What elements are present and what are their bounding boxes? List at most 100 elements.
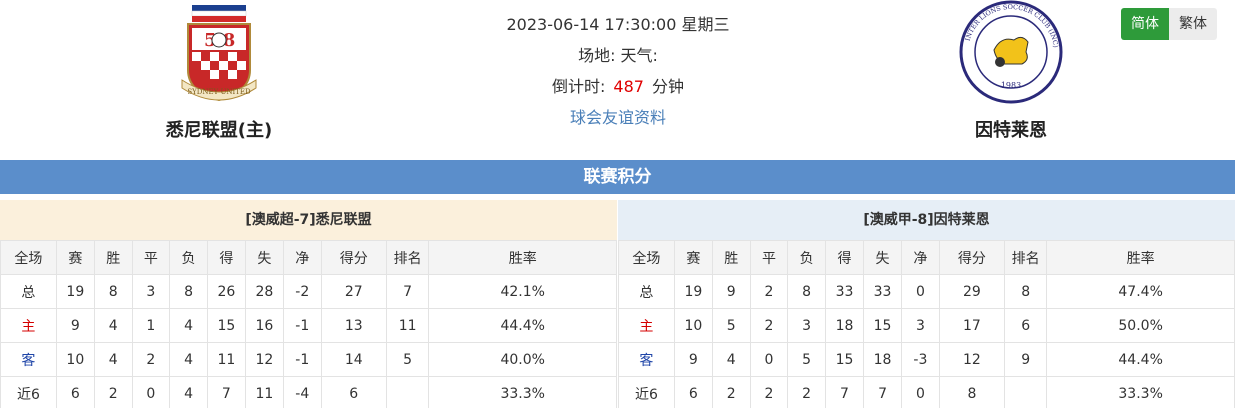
- column-header: 得分: [938, 240, 1006, 275]
- table-row: 总 19 9 2 8 33 33 0 29 8 47.4%: [618, 274, 1235, 309]
- table-cell: 12: [938, 342, 1006, 377]
- simplified-button[interactable]: 简体: [1121, 8, 1169, 40]
- table-cell: 5: [385, 342, 430, 377]
- table-cell: 6: [1004, 308, 1048, 343]
- table-cell: 44.4%: [428, 308, 617, 343]
- table-cell: 2: [711, 376, 751, 408]
- logo-text: SYDNEY UNITED: [187, 88, 251, 96]
- table-cell: 8: [93, 274, 133, 309]
- sydney-united-logo[interactable]: 5 8 SYDNEY UNITED: [164, 0, 274, 110]
- standings-tables: [澳威超-7]悉尼联盟 全场赛胜平负得失净得分 排名 胜率 总 19 8 3 8 26 28 -2…: [0, 200, 1235, 408]
- table-cell: 8: [938, 376, 1006, 408]
- table-cell: 3: [901, 308, 940, 343]
- table-cell: 15: [863, 308, 903, 343]
- table-cell: 9: [711, 274, 751, 309]
- countdown-value: 487: [613, 77, 644, 96]
- table-cell: 5: [787, 342, 826, 377]
- column-header: 平: [749, 240, 789, 275]
- match-info: 2023-06-14 17:30:00 星期三 场地: 天气: 倒计时: 487 分…: [418, 12, 818, 136]
- table-cell: 4: [711, 342, 751, 377]
- table-cell: 0: [749, 342, 789, 377]
- inter-lions-logo[interactable]: INTER LIONS SOCCER CLUB (INC) 1983: [956, 0, 1066, 110]
- table-cell: [385, 376, 430, 408]
- row-label: 总: [0, 274, 57, 309]
- table-cell: 27: [320, 274, 387, 309]
- away-team-name[interactable]: 因特莱恩: [911, 116, 1111, 142]
- table-cell: 15: [824, 342, 865, 377]
- home-team-name[interactable]: 悉尼联盟(主): [119, 116, 319, 142]
- away-team: INTER LIONS SOCCER CLUB (INC) 1983 因特莱恩: [911, 0, 1111, 142]
- table-cell: 50.0%: [1046, 308, 1235, 343]
- column-header: 得: [824, 240, 865, 275]
- away-standings-title: [澳威甲-8]因特莱恩: [618, 200, 1235, 240]
- language-switch: 简体 繁体: [1121, 8, 1217, 40]
- table-cell: 2: [749, 376, 789, 408]
- home-team: 5 8 SYDNEY UNITED 悉尼联盟(主): [119, 0, 319, 142]
- table-cell: 2: [749, 274, 789, 309]
- table-cell: [1004, 376, 1048, 408]
- table-cell: -1: [282, 342, 322, 377]
- column-header: 净: [901, 240, 940, 275]
- home-standings-table: 全场赛胜平负得失净得分 排名 胜率 总 19 8 3 8 26 28 -2 27 7 42.1% 主 9 4 1…: [0, 240, 617, 408]
- table-cell: 8: [169, 274, 208, 309]
- table-cell: 3: [787, 308, 826, 343]
- table-cell: 2: [131, 342, 171, 377]
- table-cell: 0: [131, 376, 171, 408]
- table-cell: 6: [673, 376, 713, 408]
- table-cell: 10: [55, 342, 95, 377]
- away-standings-table: 全场赛胜平负得失净得分 排名 胜率 总 19 9 2 8 33 33 0 29 8 47.4% 主 10 5 2…: [618, 240, 1235, 408]
- table-row: 近6 6 2 2 2 7 7 0 8 33.3%: [618, 376, 1235, 408]
- row-label: 客: [0, 342, 57, 377]
- column-header: 赛: [55, 240, 95, 275]
- table-cell: 4: [169, 342, 208, 377]
- table-row: 主 9 4 1 4 15 16 -1 13 11 44.4%: [0, 308, 617, 343]
- table-cell: 33.3%: [1046, 376, 1235, 408]
- table-cell: 7: [863, 376, 903, 408]
- table-cell: 7: [206, 376, 246, 408]
- table-cell: 0: [901, 376, 940, 408]
- table-cell: 2: [749, 308, 789, 343]
- table-cell: 33: [863, 274, 903, 309]
- column-header: 胜: [711, 240, 751, 275]
- column-header: 全场: [0, 240, 57, 275]
- column-header: 赛: [673, 240, 713, 275]
- table-cell: 15: [206, 308, 246, 343]
- table-cell: 0: [901, 274, 940, 309]
- table-cell: 11: [244, 376, 284, 408]
- row-label: 近6: [618, 376, 675, 408]
- row-label: 主: [618, 308, 675, 343]
- table-cell: 2: [787, 376, 826, 408]
- table-header-row: 全场赛胜平负得失净得分 排名 胜率: [0, 240, 617, 275]
- table-cell: 11: [385, 308, 430, 343]
- table-cell: 8: [1004, 274, 1048, 309]
- venue-weather: 场地: 天气:: [578, 46, 658, 65]
- column-header: 得: [206, 240, 246, 275]
- table-row: 主 10 5 2 3 18 15 3 17 6 50.0%: [618, 308, 1235, 343]
- column-header: 负: [787, 240, 826, 275]
- table-cell: 5: [711, 308, 751, 343]
- traditional-button[interactable]: 繁体: [1169, 8, 1217, 40]
- table-cell: 4: [169, 308, 208, 343]
- row-label: 近6: [0, 376, 57, 408]
- table-cell: 13: [320, 308, 387, 343]
- table-cell: 11: [206, 342, 246, 377]
- table-cell: 19: [55, 274, 95, 309]
- table-header-row: 全场赛胜平负得失净得分 排名 胜率: [618, 240, 1235, 275]
- table-cell: -1: [282, 308, 322, 343]
- table-cell: 2: [93, 376, 133, 408]
- table-cell: 10: [673, 308, 713, 343]
- column-header: 平: [131, 240, 171, 275]
- table-cell: 4: [169, 376, 208, 408]
- row-label: 客: [618, 342, 675, 377]
- friendly-link[interactable]: 球会友谊资料: [418, 105, 818, 131]
- countdown: 倒计时: 487 分钟: [418, 74, 818, 100]
- table-cell: 16: [244, 308, 284, 343]
- table-cell: 9: [1004, 342, 1048, 377]
- table-cell: 33.3%: [428, 376, 617, 408]
- table-cell: 14: [320, 342, 387, 377]
- column-header: 失: [244, 240, 284, 275]
- table-cell: 7: [385, 274, 430, 309]
- table-cell: 6: [55, 376, 95, 408]
- table-row: 总 19 8 3 8 26 28 -2 27 7 42.1%: [0, 274, 617, 309]
- table-cell: 18: [824, 308, 865, 343]
